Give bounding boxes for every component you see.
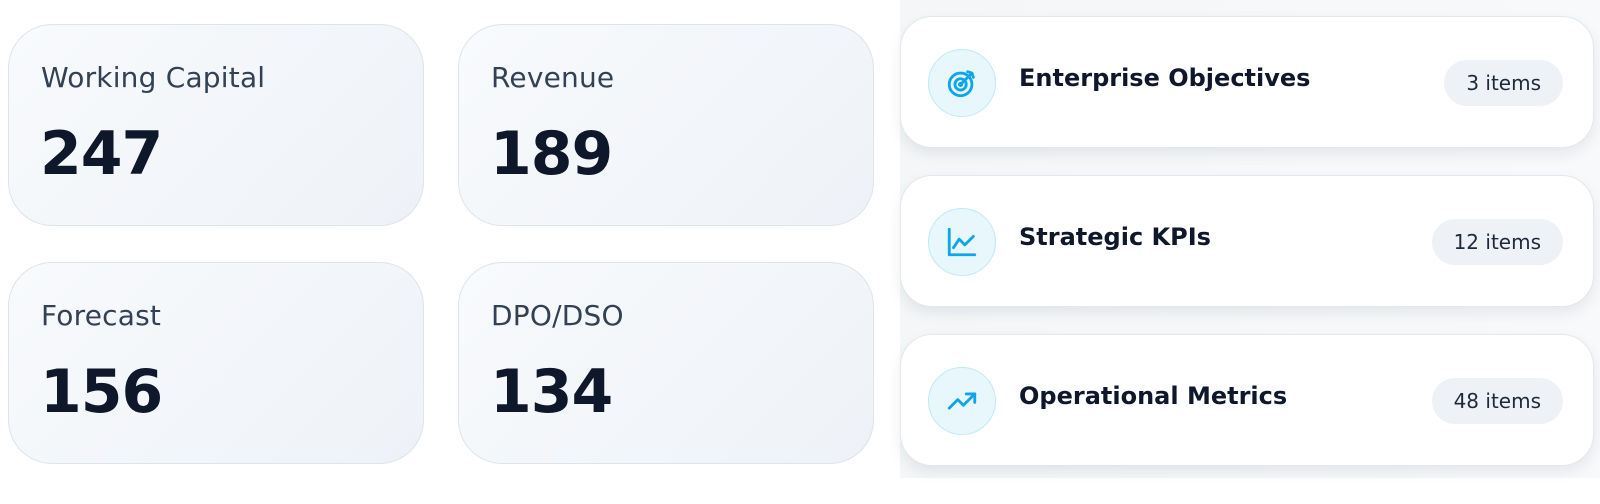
count-badge: 12 items bbox=[1431, 219, 1563, 265]
count-badge: 48 items bbox=[1431, 378, 1563, 424]
stat-card-revenue: Revenue 189 bbox=[458, 24, 874, 226]
stat-label: Revenue bbox=[491, 61, 615, 94]
stat-card-working-capital: Working Capital 247 bbox=[8, 24, 424, 226]
category-row-enterprise-objectives[interactable]: Enterprise Objectives 3 items bbox=[900, 16, 1594, 148]
stat-value: 134 bbox=[490, 357, 613, 427]
stat-value: 156 bbox=[40, 357, 163, 427]
stat-label: Working Capital bbox=[41, 61, 266, 94]
category-row-operational-metrics[interactable]: Operational Metrics 48 items bbox=[900, 334, 1594, 466]
stat-value: 189 bbox=[490, 119, 613, 189]
trending-up-icon bbox=[928, 367, 996, 435]
target-icon bbox=[928, 49, 996, 117]
category-label: Strategic KPIs bbox=[1019, 223, 1211, 251]
category-row-strategic-kpis[interactable]: Strategic KPIs 12 items bbox=[900, 175, 1594, 307]
stat-card-forecast: Forecast 156 bbox=[8, 262, 424, 464]
category-label: Enterprise Objectives bbox=[1019, 64, 1311, 92]
line-chart-icon bbox=[928, 208, 996, 276]
count-badge: 3 items bbox=[1444, 60, 1563, 106]
category-label: Operational Metrics bbox=[1019, 382, 1288, 410]
stat-value: 247 bbox=[40, 119, 163, 189]
stat-card-dpo-dso: DPO/DSO 134 bbox=[458, 262, 874, 464]
stat-label: Forecast bbox=[41, 299, 162, 332]
stat-label: DPO/DSO bbox=[491, 299, 624, 332]
